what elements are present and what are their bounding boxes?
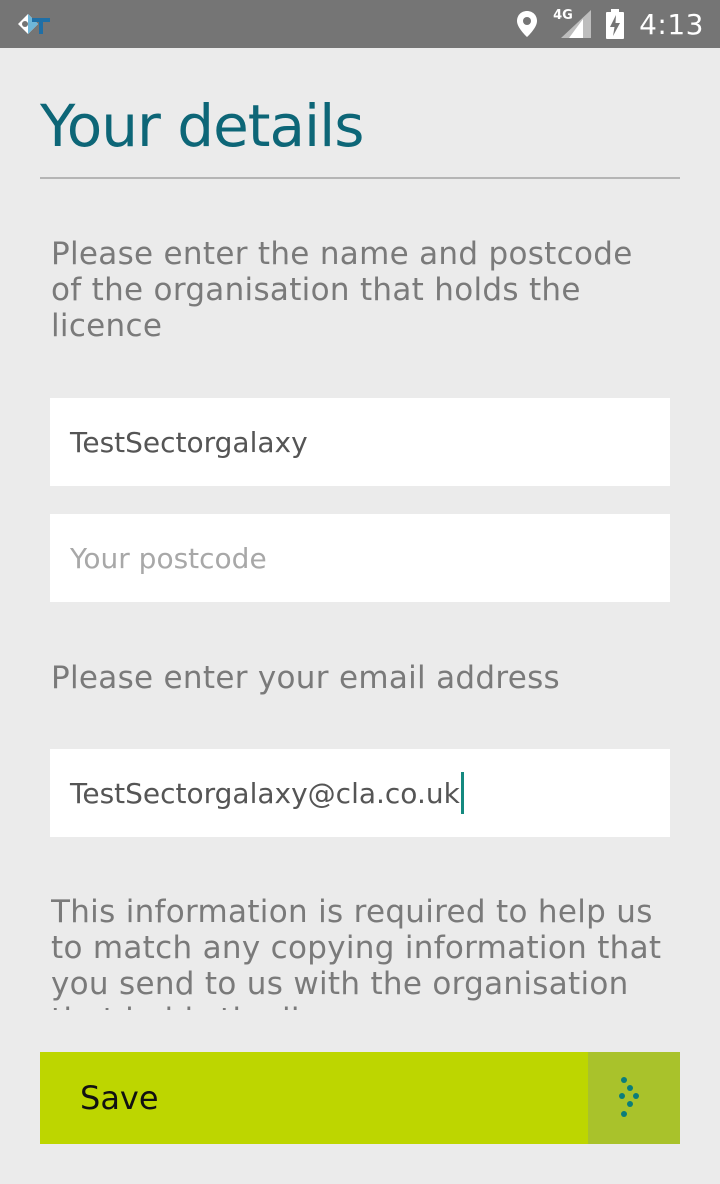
email-value: TestSectorgalaxy@cla.co.uk: [70, 776, 460, 810]
organisation-name-input[interactable]: TestSectorgalaxy: [50, 398, 670, 486]
postcode-placeholder: Your postcode: [70, 541, 267, 575]
email-instruction: Please enter your email address: [51, 660, 560, 696]
app-notification-icon: [18, 14, 50, 34]
page-title: Your details: [40, 92, 364, 160]
title-divider: [40, 177, 680, 179]
info-scroll-area[interactable]: This information is required to help us …: [51, 894, 671, 1010]
text-cursor: [460, 772, 464, 814]
dotted-arrow-right-icon: [619, 1077, 639, 1117]
postcode-input[interactable]: Your postcode: [50, 514, 670, 602]
location-pin-icon: [517, 11, 538, 37]
network-type-label: 4G: [553, 8, 573, 23]
save-arrow-area: [588, 1052, 680, 1144]
cell-signal-icon: 4G: [553, 8, 593, 40]
status-clock: 4:13: [639, 7, 704, 41]
email-input[interactable]: TestSectorgalaxy@cla.co.uk: [50, 749, 670, 837]
save-button[interactable]: Save: [40, 1052, 680, 1144]
organisation-name-value: TestSectorgalaxy: [70, 425, 308, 459]
organisation-instruction: Please enter the name and postcode of th…: [51, 236, 633, 344]
info-text: This information is required to help us …: [51, 894, 662, 1010]
status-bar: 4G 4:13: [0, 0, 720, 48]
battery-charging-icon: [606, 9, 625, 39]
save-button-label: Save: [80, 1079, 159, 1117]
